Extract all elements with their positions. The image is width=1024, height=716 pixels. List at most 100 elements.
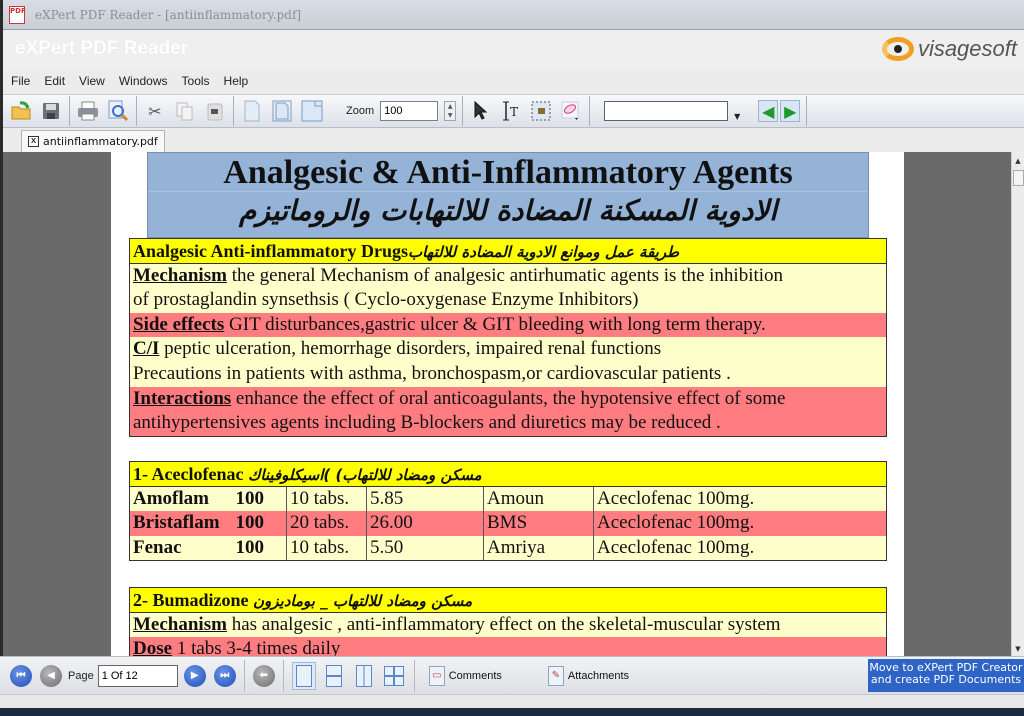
precautions-text: Precautions in patients with asthma, bro… xyxy=(133,362,731,384)
fit-width-button[interactable] xyxy=(270,99,294,123)
scroll-thumb[interactable] xyxy=(1013,170,1024,186)
vertical-scrollbar[interactable]: ▲ ▼ xyxy=(1011,152,1024,656)
menu-file[interactable]: File xyxy=(3,74,36,88)
price-cell: 5.85 xyxy=(367,486,484,512)
mechanism-keyword: Mechanism xyxy=(133,613,227,635)
next-result-icon: ▶ xyxy=(784,101,797,121)
print-button[interactable] xyxy=(76,99,100,123)
page-view-icon-2 xyxy=(272,100,292,122)
file-group xyxy=(3,96,70,126)
promo-banner[interactable]: Move to eXPert PDF Creator and create PD… xyxy=(868,659,1024,692)
fit-page-button[interactable] xyxy=(300,99,324,123)
divider xyxy=(413,659,415,692)
section-aceclofenac: 1- Aceclofenac مسكن ومضاد للالتهاب) )اسي… xyxy=(129,461,887,562)
drug-name: Amoflam xyxy=(133,487,209,509)
ci-text: peptic ulceration, hemorrhage disorders,… xyxy=(159,338,662,360)
menu-edit[interactable]: Edit xyxy=(36,74,71,88)
search-dropdown-icon[interactable]: ▼ xyxy=(734,112,740,121)
drug-strength: 100 xyxy=(235,512,265,534)
next-page-button[interactable]: ▶ xyxy=(183,664,206,687)
single-page-icon xyxy=(295,664,312,687)
scroll-up-icon[interactable]: ▲ xyxy=(1012,154,1024,168)
menu-help[interactable]: Help xyxy=(216,74,255,88)
cut-icon: ✂ xyxy=(148,101,162,121)
page-view-icon-1 xyxy=(244,100,260,122)
text-select-button[interactable]: T xyxy=(499,99,523,123)
document-viewer[interactable]: Analgesic & Anti-Inflammatory Agents الا… xyxy=(3,152,1011,656)
single-page-button[interactable] xyxy=(240,99,264,123)
section-header-en: Analgesic Anti-inflammatory Drugs xyxy=(133,241,408,261)
drug-name-cell: Bristaflam 100 xyxy=(130,511,287,536)
prev-page-button[interactable]: ◀ xyxy=(40,664,62,687)
paste-button[interactable] xyxy=(203,99,227,123)
zoom-label: Zoom xyxy=(346,105,375,117)
menu-windows[interactable]: Windows xyxy=(111,74,174,88)
eraser-button[interactable] xyxy=(559,99,583,123)
mechanism-row: Mechanism the general Mechanism of analg… xyxy=(130,263,886,289)
section-header-ar: مسكن ومضاد للالتهاب _ بومادیزون xyxy=(253,592,473,610)
snapshot-button[interactable] xyxy=(529,99,553,123)
page-view-icon-3 xyxy=(301,100,323,122)
precautions-row: Precautions in patients with asthma, bro… xyxy=(130,361,886,387)
comments-icon: ▭ xyxy=(428,665,445,686)
menu-tools[interactable]: Tools xyxy=(174,74,216,88)
next-result-button[interactable]: ▶ xyxy=(780,100,801,122)
open-folder-icon xyxy=(11,101,31,120)
spin-down-icon[interactable]: ▼ xyxy=(445,111,455,120)
document-title-ar: الادوية المسكنة المضادة للالتهابات والرو… xyxy=(238,194,778,227)
scroll-down-icon[interactable]: ▼ xyxy=(1012,642,1024,656)
cut-button[interactable]: ✂ xyxy=(143,99,167,123)
save-icon xyxy=(43,103,59,119)
drug-name-cell: Amoflam 100 xyxy=(130,486,287,512)
document-tab-strip: x antiinflammatory.pdf xyxy=(3,128,1024,152)
status-strip xyxy=(0,694,1024,708)
facing-pages-icon xyxy=(355,664,372,687)
save-button[interactable] xyxy=(39,99,63,123)
document-title-en: Analgesic & Anti-Inflammatory Agents xyxy=(148,154,868,192)
single-page-mode-button[interactable] xyxy=(291,661,316,690)
attachments-button[interactable]: ✎ Attachments xyxy=(547,665,629,686)
comments-label: Comments xyxy=(448,669,502,682)
page-input[interactable] xyxy=(97,664,178,687)
zoom-input[interactable] xyxy=(380,101,439,121)
menu-view[interactable]: View xyxy=(71,74,111,88)
eraser-icon xyxy=(561,101,579,120)
close-tab-icon[interactable]: x xyxy=(28,136,39,147)
drug-name: Fenac xyxy=(133,536,182,558)
first-page-icon: ⏮ xyxy=(16,670,26,681)
spin-up-icon[interactable]: ▲ xyxy=(445,102,455,111)
eye-logo-icon xyxy=(881,37,914,61)
copy-button[interactable] xyxy=(173,99,197,123)
prev-result-button[interactable]: ◀ xyxy=(758,100,779,122)
page-view-group: Zoom ▲ ▼ xyxy=(234,96,464,126)
tab-antiinflammatory[interactable]: x antiinflammatory.pdf xyxy=(21,130,165,152)
continuous-mode-button[interactable] xyxy=(322,662,346,690)
continuous-facing-mode-button[interactable] xyxy=(382,662,406,690)
page-label: Page xyxy=(68,669,94,682)
paperclip-icon: ✎ xyxy=(547,665,564,686)
facing-mode-button[interactable] xyxy=(352,662,376,690)
dose-row: Dose 1 tabs 3-4 times daily xyxy=(130,637,886,656)
company-cell: Amriya xyxy=(484,535,594,561)
select-tool-button[interactable] xyxy=(469,99,493,123)
prev-result-icon: ◀ xyxy=(762,101,775,121)
zoom-spinner[interactable]: ▲ ▼ xyxy=(444,101,457,121)
tab-label: antiinflammatory.pdf xyxy=(43,135,158,148)
print-group xyxy=(70,96,137,126)
pdf-app-icon: PDF xyxy=(9,5,26,24)
search-input[interactable] xyxy=(604,101,729,121)
back-button[interactable]: ⬅ xyxy=(252,664,275,687)
comments-button[interactable]: ▭ Comments xyxy=(428,665,502,686)
find-icon xyxy=(108,100,129,122)
pack-cell: 20 tabs. xyxy=(287,511,367,536)
mechanism-keyword: Mechanism xyxy=(133,264,227,286)
first-page-button[interactable]: ⏮ xyxy=(10,664,32,687)
find-button[interactable] xyxy=(106,99,130,123)
side-effects-text: GIT disturbances,gastric ulcer & GIT ble… xyxy=(224,313,766,335)
app-title: eXPert PDF Reader xyxy=(15,38,189,59)
edit-group: ✂ xyxy=(137,96,234,126)
open-button[interactable] xyxy=(9,99,33,123)
last-page-button[interactable]: ⏭ xyxy=(213,664,236,687)
drug-strength: 100 xyxy=(235,487,265,509)
interactions-keyword: Interactions xyxy=(133,387,232,409)
